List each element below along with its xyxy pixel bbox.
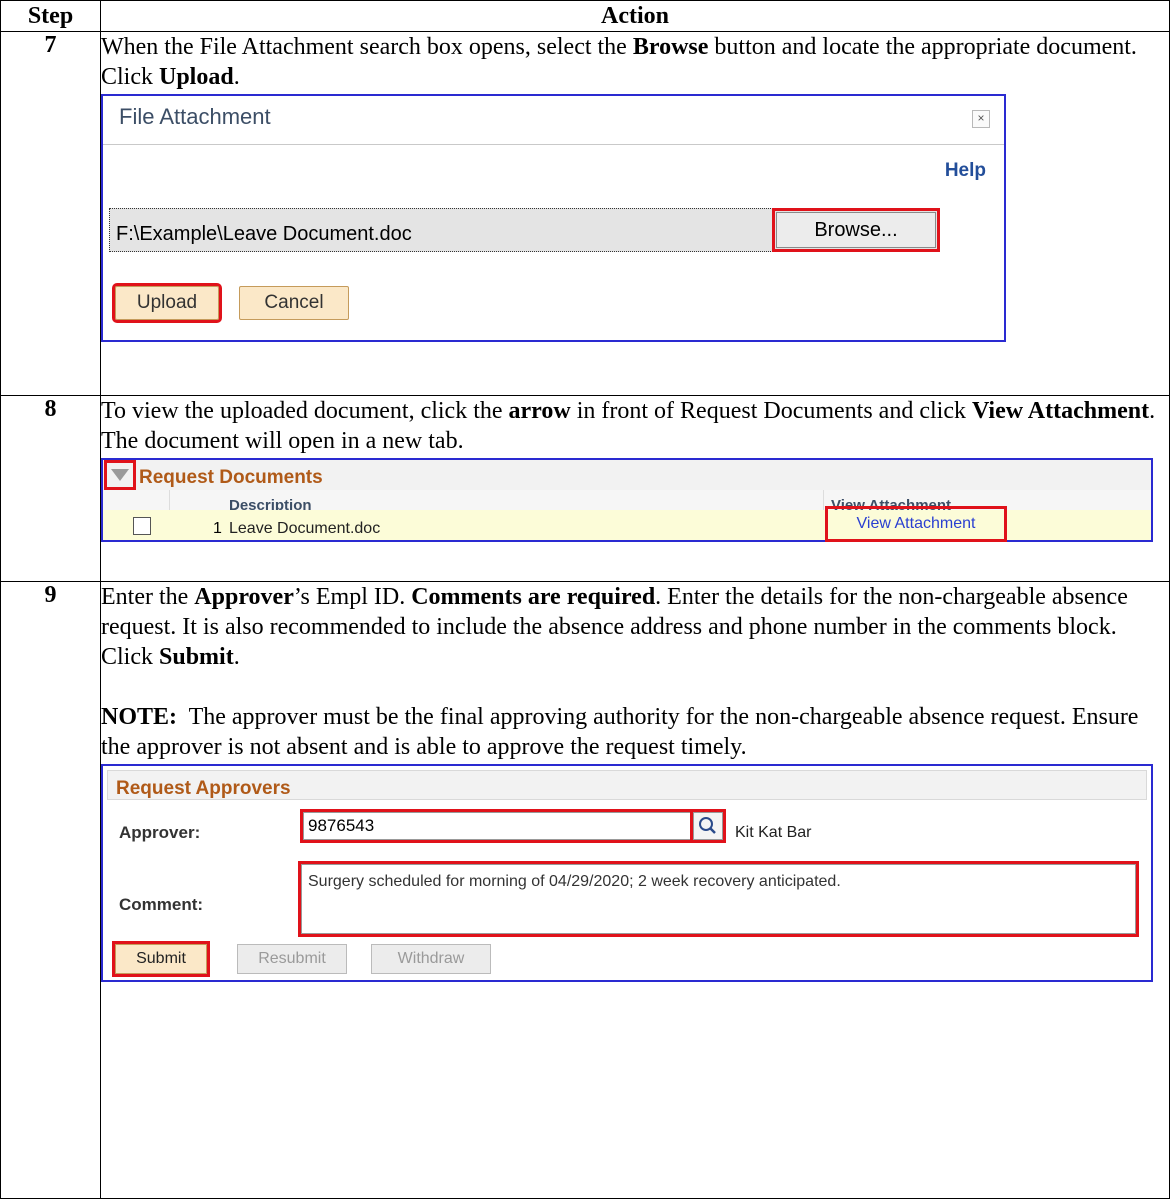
view-attachment-link[interactable]: View Attachment [825, 506, 1007, 542]
document-description: Leave Document.doc [229, 520, 381, 537]
instruction-text: ’s Empl ID. [293, 584, 412, 610]
section-title: Request Documents [139, 467, 323, 488]
step-number: 8 [0, 395, 101, 582]
column-divider [169, 490, 170, 510]
approver-name: Kit Kat Bar [735, 824, 812, 841]
step-action: When the File Attachment search box open… [100, 31, 1170, 396]
note-label: NOTE: [101, 704, 178, 730]
instruction-text: Enter the [101, 584, 195, 610]
instruction-bold: Browse [632, 34, 709, 60]
resubmit-button[interactable]: Resubmit [237, 944, 347, 974]
instruction-text: . [233, 64, 240, 90]
divider [103, 144, 1004, 145]
instruction-bold: Approver [194, 584, 294, 610]
row-checkbox[interactable] [133, 517, 151, 535]
section-title: Request Approvers [116, 778, 291, 799]
instruction-bold: Submit [159, 644, 234, 670]
cancel-button[interactable]: Cancel [239, 286, 349, 320]
step-number: 9 [0, 581, 101, 1199]
approver-input[interactable]: 9876543 [300, 809, 696, 843]
comment-textarea[interactable]: Surgery scheduled for morning of 04/29/2… [298, 861, 1139, 937]
step-number: 7 [0, 31, 101, 396]
instruction-bold: Comments are required [411, 584, 656, 610]
submit-button[interactable]: Submit [112, 941, 210, 977]
instruction-bold: arrow [508, 398, 571, 424]
browse-button[interactable]: Browse... [772, 208, 940, 252]
help-link[interactable]: Help [945, 156, 986, 186]
upload-button[interactable]: Upload [112, 283, 222, 323]
step-row-9: 9 Enter the Approver’s Empl ID. Comments… [0, 581, 1170, 1199]
instruction-text: To view the uploaded document, click the [101, 398, 509, 424]
note-text: The approver must be the final approving… [101, 704, 1145, 760]
column-divider [823, 490, 824, 510]
file-path-value: F:\Example\Leave Document.doc [116, 223, 412, 245]
file-attachment-dialog: File Attachment × Help F:\Example\Leave … [101, 94, 1006, 342]
comment-label: Comment: [119, 895, 204, 914]
withdraw-button[interactable]: Withdraw [371, 944, 491, 974]
header-row: Step Action [0, 0, 1170, 32]
step-row-7: 7 When the File Attachment search box op… [0, 31, 1170, 396]
request-documents-grid: Request Documents Description View Attac… [101, 458, 1153, 542]
row-number: 1 [213, 520, 222, 537]
step-action: Enter the Approver’s Empl ID. Comments a… [100, 581, 1170, 1199]
instruction-text: When the File Attachment search box open… [101, 34, 633, 60]
request-approvers-panel: Request Approvers Approver: 9876543 Kit … [101, 764, 1153, 982]
file-path-field[interactable]: F:\Example\Leave Document.doc Browse... [109, 208, 940, 252]
procedure-table: Step Action 7 When the File Attachment s… [0, 0, 1170, 1199]
instruction-bold: Upload [159, 64, 234, 90]
step-action: To view the uploaded document, click the… [100, 395, 1170, 582]
step-instruction: To view the uploaded document, click the… [101, 396, 1169, 456]
note-paragraph: NOTE: The approver must be the final app… [101, 702, 1169, 762]
collapse-arrow-icon[interactable] [104, 460, 136, 490]
instruction-text: in front of Request Documents and click [570, 398, 972, 424]
step-column-header: Step [0, 0, 101, 32]
step-instruction: Enter the Approver’s Empl ID. Comments a… [101, 582, 1169, 672]
approver-label: Approver: [119, 823, 201, 842]
instruction-text: . [233, 644, 240, 670]
panel-header: Request Approvers [107, 770, 1147, 800]
instruction-bold: View Attachment [971, 398, 1150, 424]
dialog-title: File Attachment [119, 104, 271, 129]
action-column-header: Action [100, 0, 1170, 32]
lookup-search-icon[interactable] [690, 809, 726, 843]
close-icon[interactable]: × [972, 110, 990, 128]
step-row-8: 8 To view the uploaded document, click t… [0, 395, 1170, 582]
step-instruction: When the File Attachment search box open… [101, 32, 1169, 92]
